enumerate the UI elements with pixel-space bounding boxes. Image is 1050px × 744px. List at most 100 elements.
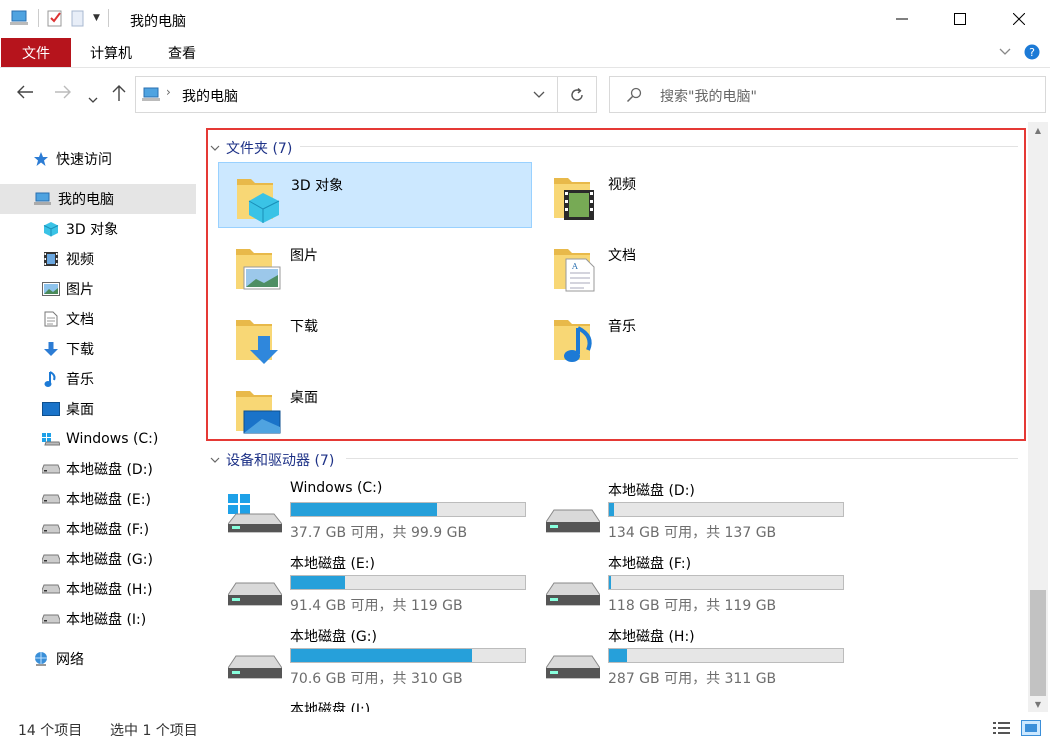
- sidebar-item-network[interactable]: 网络: [0, 644, 196, 674]
- customize-toolbar-icon[interactable]: ▼: [93, 13, 100, 23]
- drive-icon: [546, 509, 600, 533]
- folder-item-3d-objects[interactable]: 3D 对象: [218, 162, 532, 228]
- close-icon: [1013, 13, 1025, 25]
- large-icons-view-icon[interactable]: [1021, 720, 1041, 736]
- vertical-scrollbar[interactable]: ▲ ▼: [1028, 122, 1048, 712]
- drive-name: 本地磁盘 (H:): [608, 629, 695, 645]
- sidebar-item-3d-objects[interactable]: 3D 对象: [0, 214, 196, 244]
- selection-count: 选中 1 个项目: [110, 723, 198, 739]
- drive-item-f[interactable]: 本地磁盘 (F:) 118 GB 可用，共 119 GB: [536, 553, 846, 621]
- sidebar-item-music[interactable]: 音乐: [0, 364, 196, 394]
- scrollbar-thumb[interactable]: [1030, 590, 1046, 696]
- sidebar-item-this-pc[interactable]: 我的电脑: [0, 184, 196, 214]
- drive-name: 本地磁盘 (G:): [290, 629, 377, 645]
- ribbon-controls: ?: [998, 44, 1040, 60]
- drive-icon: [546, 655, 600, 679]
- sidebar-item-label: 本地磁盘 (E:): [66, 492, 151, 508]
- folder-item-documents[interactable]: A 文档: [536, 233, 850, 299]
- drive-usage-fill: [291, 576, 346, 589]
- star-icon: [32, 151, 50, 167]
- up-button[interactable]: [111, 84, 127, 107]
- properties-icon[interactable]: [47, 9, 63, 27]
- help-icon[interactable]: ?: [1024, 44, 1040, 60]
- drive-usage-bar: [608, 502, 844, 517]
- new-folder-icon[interactable]: [71, 9, 85, 27]
- group-header-drives[interactable]: 设备和驱动器 (7): [210, 450, 334, 470]
- search-box[interactable]: 搜索"我的电脑": [609, 76, 1046, 113]
- scroll-up-icon[interactable]: ▲: [1028, 122, 1048, 138]
- sidebar-item-documents[interactable]: 文档: [0, 304, 196, 334]
- desktop-icon: [42, 401, 60, 417]
- cube-folder-icon: [237, 179, 280, 223]
- sidebar-item-videos[interactable]: 视频: [0, 244, 196, 274]
- minimize-button[interactable]: [871, 0, 933, 38]
- up-arrow-icon: [112, 85, 126, 101]
- sidebar-item-drive-f[interactable]: 本地磁盘 (F:): [0, 514, 196, 544]
- sidebar-item-drive-d[interactable]: 本地磁盘 (D:): [0, 454, 196, 484]
- sidebar-item-drive-i[interactable]: 本地磁盘 (I:): [0, 604, 196, 634]
- chevron-down-icon: [210, 145, 220, 151]
- drive-free-space: 37.7 GB 可用，共 99.9 GB: [290, 525, 468, 541]
- folder-label: 3D 对象: [291, 178, 344, 194]
- folder-item-pictures[interactable]: 图片: [218, 233, 532, 299]
- documents-folder-icon: A: [554, 249, 595, 292]
- maximize-button[interactable]: [929, 0, 991, 38]
- group-header-folders[interactable]: 文件夹 (7): [210, 138, 292, 158]
- drive-usage-fill: [291, 649, 472, 662]
- sidebar-item-label: 音乐: [66, 372, 94, 388]
- navigation-bar: › 我的电脑 搜索"我的电脑": [0, 68, 1050, 122]
- sidebar-item-label: 图片: [66, 282, 94, 298]
- address-dropdown-icon[interactable]: [533, 91, 545, 99]
- content-pane: 文件夹 (7) 3D 对象 视频 图片 A 文档 下载 音乐 桌面 设备和驱动器…: [200, 122, 1028, 712]
- drive-item-e[interactable]: 本地磁盘 (E:) 91.4 GB 可用，共 119 GB: [218, 553, 528, 621]
- group-header-label: 文件夹 (7): [226, 141, 293, 157]
- forward-button[interactable]: [54, 84, 72, 105]
- sidebar-item-downloads[interactable]: 下载: [0, 334, 196, 364]
- sidebar-item-drive-g[interactable]: 本地磁盘 (G:): [0, 544, 196, 574]
- expand-ribbon-icon[interactable]: [998, 44, 1012, 60]
- breadcrumb-chevron-icon[interactable]: ›: [166, 85, 171, 99]
- drive-item-d[interactable]: 本地磁盘 (D:) 134 GB 可用，共 137 GB: [536, 480, 846, 548]
- item-count: 14 个项目: [18, 723, 83, 739]
- breadcrumb-item[interactable]: 我的电脑: [182, 86, 238, 106]
- search-icon: [626, 87, 642, 103]
- sidebar-item-label: Windows (C:): [66, 431, 159, 447]
- back-button[interactable]: [16, 84, 34, 105]
- group-header-label: 设备和驱动器 (7): [226, 453, 335, 469]
- sidebar-item-label: 网络: [56, 652, 84, 668]
- folder-label: 视频: [608, 177, 636, 193]
- sidebar-item-drive-e[interactable]: 本地磁盘 (E:): [0, 484, 196, 514]
- folder-label: 桌面: [290, 390, 318, 406]
- close-button[interactable]: [988, 0, 1050, 38]
- drive-item-c[interactable]: Windows (C:) 37.7 GB 可用，共 99.9 GB: [218, 480, 528, 548]
- folder-item-downloads[interactable]: 下载: [218, 304, 532, 370]
- drive-item-g[interactable]: 本地磁盘 (G:) 70.6 GB 可用，共 310 GB: [218, 626, 528, 694]
- ribbon: 文件 计算机 查看 ?: [0, 38, 1050, 68]
- refresh-button[interactable]: [557, 76, 597, 113]
- details-view-icon[interactable]: [992, 720, 1012, 736]
- folder-item-desktop[interactable]: 桌面: [218, 375, 532, 441]
- address-bar[interactable]: › 我的电脑: [135, 76, 558, 113]
- tab-file[interactable]: 文件: [1, 38, 71, 67]
- drive-icon: [42, 491, 60, 507]
- recent-locations-button[interactable]: [88, 88, 98, 109]
- scroll-down-icon[interactable]: ▼: [1028, 696, 1048, 712]
- tab-view[interactable]: 查看: [152, 38, 212, 67]
- drive-name: Windows (C:): [290, 480, 383, 496]
- sidebar-item-drive-c[interactable]: Windows (C:): [0, 424, 196, 454]
- sidebar-item-label: 本地磁盘 (H:): [66, 582, 153, 598]
- folder-item-videos[interactable]: 视频: [536, 162, 850, 228]
- sidebar-item-drive-h[interactable]: 本地磁盘 (H:): [0, 574, 196, 604]
- sidebar-item-quick-access[interactable]: 快速访问: [0, 144, 196, 174]
- drive-item-i[interactable]: 本地磁盘 (I:): [218, 699, 528, 712]
- drive-item-h[interactable]: 本地磁盘 (H:) 287 GB 可用，共 311 GB: [536, 626, 846, 694]
- group-divider: [300, 146, 1018, 147]
- sidebar-item-desktop[interactable]: 桌面: [0, 394, 196, 424]
- drive-icon: [42, 461, 60, 477]
- sidebar-item-pictures[interactable]: 图片: [0, 274, 196, 304]
- folder-item-music[interactable]: 音乐: [536, 304, 850, 370]
- drive-usage-bar: [608, 648, 844, 663]
- separator: [107, 9, 109, 27]
- forward-arrow-icon: [55, 85, 71, 99]
- tab-computer[interactable]: 计算机: [78, 38, 144, 67]
